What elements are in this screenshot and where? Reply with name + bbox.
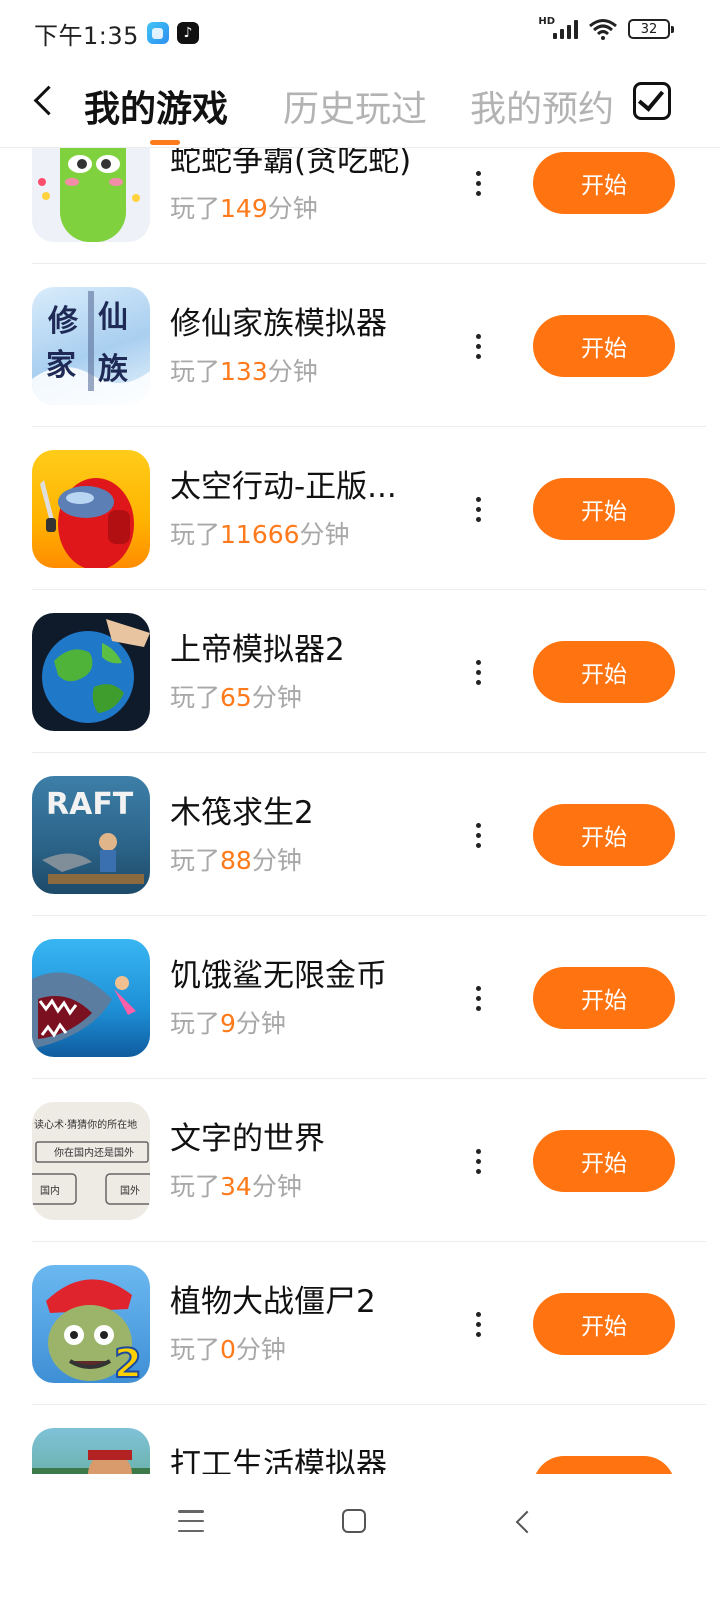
hd-label: HD: [538, 15, 555, 27]
top-header: 我的游戏 历史玩过 我的预约: [0, 66, 720, 148]
start-button[interactable]: 开始: [533, 804, 675, 866]
start-button[interactable]: 开始: [533, 967, 675, 1029]
svg-text:RAFT: RAFT: [46, 787, 134, 822]
signal-icon: [553, 19, 578, 39]
message-app-icon: [146, 22, 169, 44]
start-button[interactable]: 开始: [533, 315, 675, 377]
back-arrow-icon[interactable]: [30, 82, 66, 122]
play-time: 玩了88分钟: [170, 846, 302, 875]
more-options-icon[interactable]: [466, 978, 490, 1018]
earth-globe-icon: [32, 613, 150, 731]
game-row[interactable]: 蛇蛇争霸(贪吃蛇) 玩了149分钟 开始: [0, 148, 720, 264]
play-time: 玩了133分钟: [170, 357, 318, 386]
game-title: 太空行动-正版...: [170, 469, 397, 505]
game-row[interactable]: 打工生活模拟器 开始: [0, 1405, 720, 1474]
svg-text:读心术·猜猜你的所在地: 读心术·猜猜你的所在地: [34, 1118, 137, 1131]
play-time: 玩了65分钟: [170, 683, 302, 712]
status-bar: 下午1:35 ♪ HD 32: [0, 0, 720, 66]
cultivation-game-icon: 修 仙 家 族: [32, 287, 150, 405]
svg-text:修: 修: [47, 304, 79, 339]
game-title: 上帝模拟器2: [170, 632, 345, 668]
snake-game-icon: [32, 148, 150, 242]
start-button[interactable]: 开始: [533, 641, 675, 703]
play-time: 玩了11666分钟: [170, 520, 350, 549]
game-list: 蛇蛇争霸(贪吃蛇) 玩了149分钟 开始 修 仙 家 族 修仙家族模拟器 玩了1…: [0, 148, 720, 1474]
checkbox-edit-icon[interactable]: [633, 82, 671, 120]
game-title: 饥饿鲨无限金币: [170, 958, 387, 994]
game-row[interactable]: 太空行动-正版... 玩了11666分钟 开始: [0, 427, 720, 590]
game-title: 打工生活模拟器: [170, 1447, 387, 1474]
game-title: 木筏求生2: [170, 795, 314, 831]
zombie-game-icon: 2: [32, 1265, 150, 1383]
word-world-icon: 读心术·猜猜你的所在地 你在国内还是国外 国内 国外: [32, 1102, 150, 1220]
game-row[interactable]: 2 植物大战僵尸2 玩了0分钟 开始: [0, 1242, 720, 1405]
more-options-icon[interactable]: [466, 815, 490, 855]
more-options-icon[interactable]: [466, 163, 490, 203]
start-button[interactable]: 开始: [533, 478, 675, 540]
wifi-icon: [589, 19, 617, 40]
game-title: 修仙家族模拟器: [170, 306, 387, 342]
tiktok-icon: ♪: [176, 22, 199, 44]
start-button[interactable]: 开始: [533, 1456, 675, 1474]
svg-text:2: 2: [114, 1341, 142, 1383]
system-nav-bar: [0, 1474, 720, 1600]
back-icon[interactable]: [511, 1510, 535, 1534]
game-row[interactable]: 读心术·猜猜你的所在地 你在国内还是国外 国内 国外 文字的世界 玩了34分钟 …: [0, 1079, 720, 1242]
more-options-icon[interactable]: [466, 326, 490, 366]
svg-text:族: 族: [98, 352, 129, 387]
game-row[interactable]: 上帝模拟器2 玩了65分钟 开始: [0, 590, 720, 753]
more-options-icon[interactable]: [466, 489, 490, 529]
active-tab-indicator: [150, 140, 180, 145]
game-title: 蛇蛇争霸(贪吃蛇): [170, 148, 412, 179]
play-time: 玩了9分钟: [170, 1009, 286, 1038]
raft-game-icon: RAFT: [32, 776, 150, 894]
tab-history-played[interactable]: 历史玩过: [283, 80, 427, 132]
svg-text:国内: 国内: [40, 1184, 60, 1197]
more-options-icon[interactable]: [466, 1467, 490, 1474]
more-options-icon[interactable]: [466, 652, 490, 692]
svg-text:国外: 国外: [120, 1185, 140, 1197]
start-button[interactable]: 开始: [533, 152, 675, 214]
svg-text:家: 家: [46, 348, 76, 383]
space-crewmate-icon: [32, 450, 150, 568]
game-title: 植物大战僵尸2: [170, 1284, 376, 1320]
svg-text:仙: 仙: [98, 300, 128, 335]
game-row[interactable]: 饥饿鲨无限金币 玩了9分钟 开始: [0, 916, 720, 1079]
worker-life-icon: [32, 1428, 150, 1474]
hungry-shark-icon: [32, 939, 150, 1057]
menu-icon[interactable]: [178, 1510, 204, 1532]
start-button[interactable]: 开始: [533, 1293, 675, 1355]
start-button[interactable]: 开始: [533, 1130, 675, 1192]
battery-icon: 32: [628, 19, 674, 39]
svg-text:你在国内还是国外: 你在国内还是国外: [54, 1146, 134, 1159]
game-row[interactable]: RAFT 木筏求生2 玩了88分钟 开始: [0, 753, 720, 916]
status-time: 下午1:35: [34, 21, 139, 50]
home-icon[interactable]: [342, 1509, 366, 1533]
more-options-icon[interactable]: [466, 1141, 490, 1181]
more-options-icon[interactable]: [466, 1304, 490, 1344]
play-time: 玩了149分钟: [170, 194, 318, 223]
status-indicators: HD 32: [538, 15, 674, 40]
play-time: 玩了34分钟: [170, 1172, 302, 1201]
tab-my-games[interactable]: 我的游戏: [84, 80, 228, 132]
game-title: 文字的世界: [170, 1121, 325, 1157]
play-time: 玩了0分钟: [170, 1335, 286, 1364]
tab-my-reservations[interactable]: 我的预约: [470, 80, 614, 132]
game-row[interactable]: 修 仙 家 族 修仙家族模拟器 玩了133分钟 开始: [0, 264, 720, 427]
